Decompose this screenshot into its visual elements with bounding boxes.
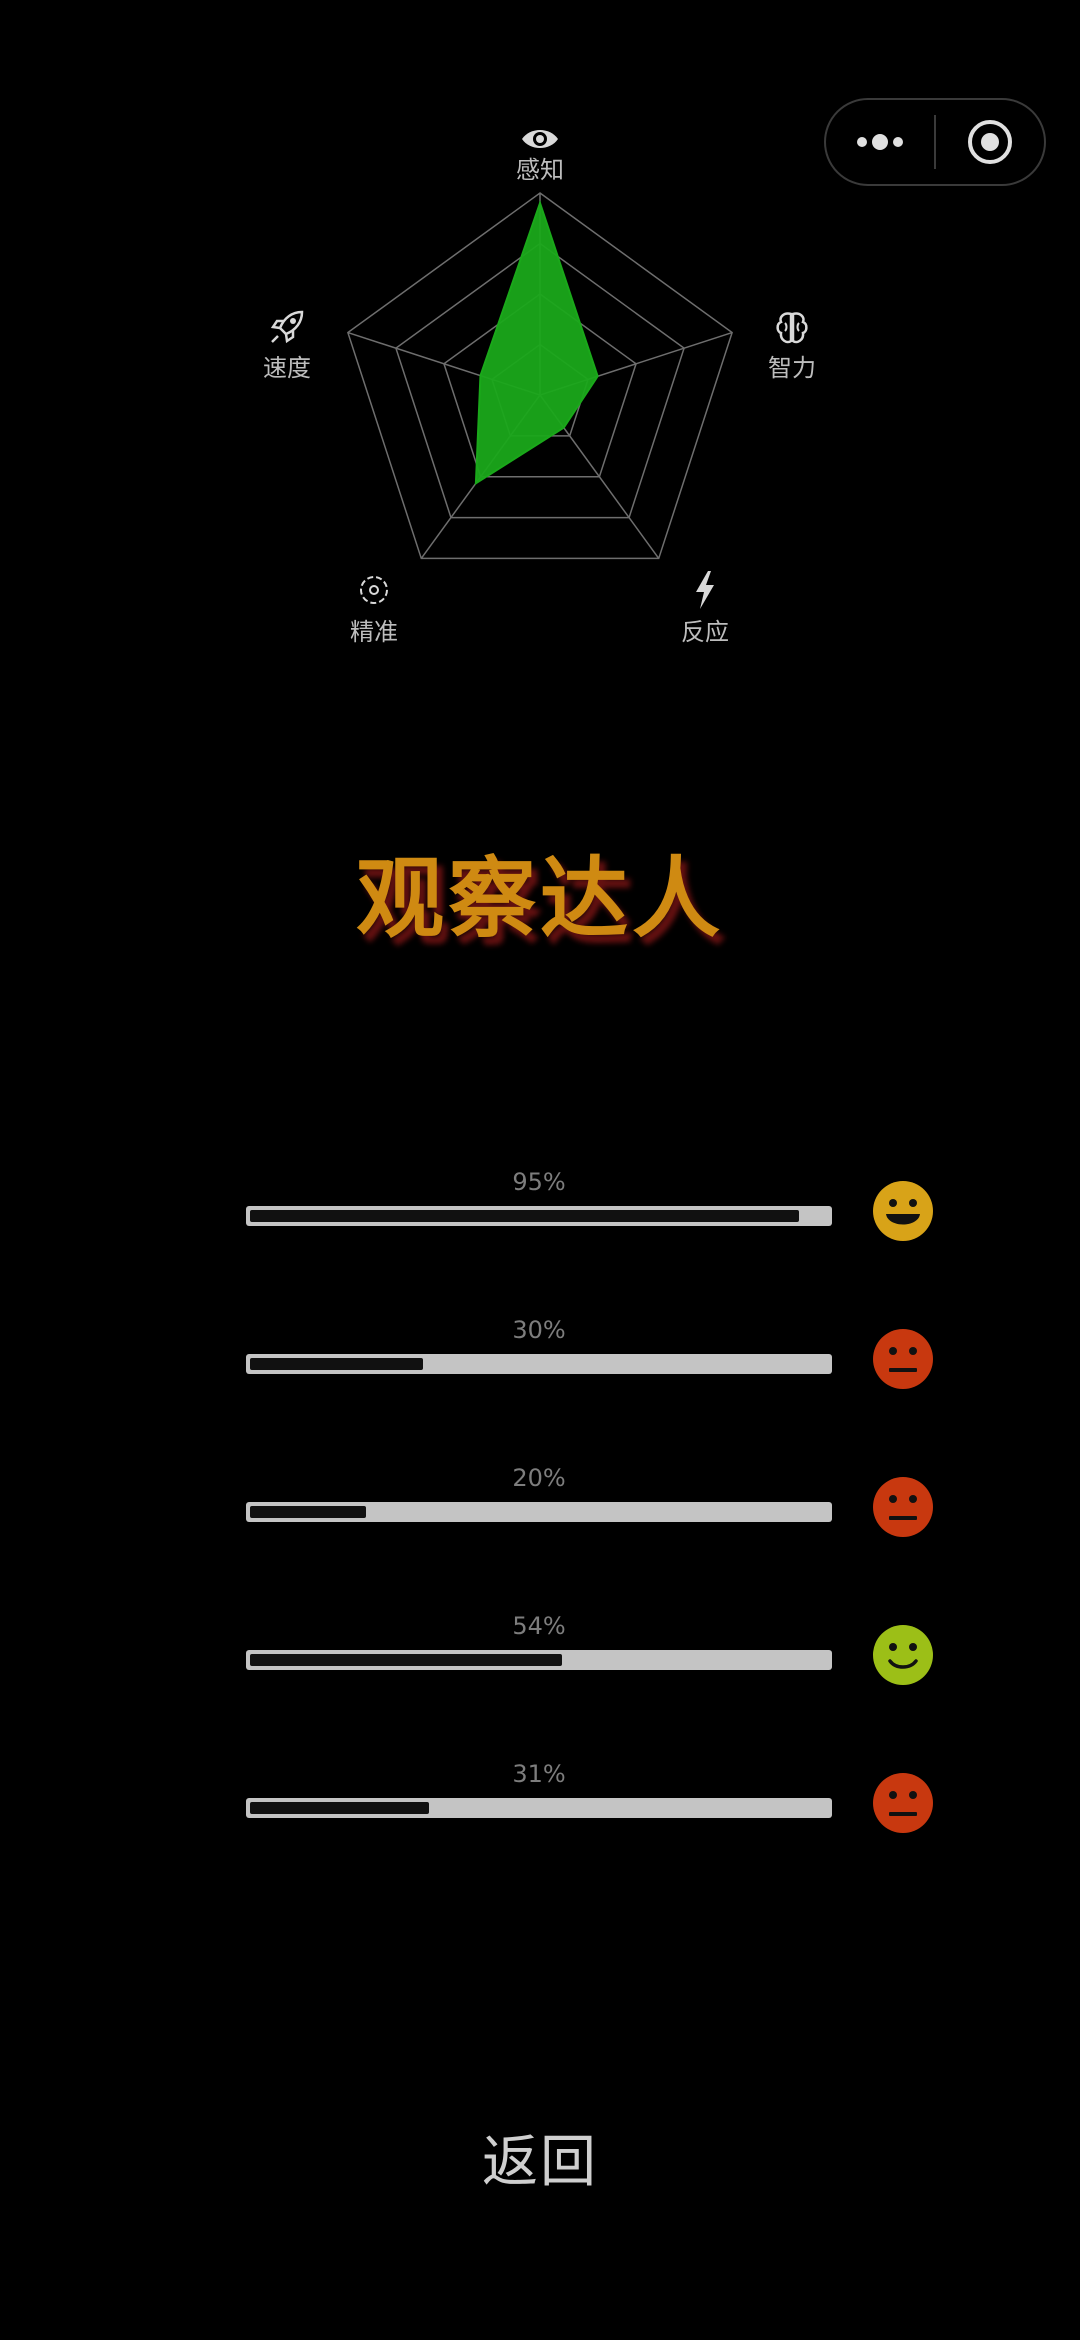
progress-fill [250,1358,423,1370]
radar-label-reaction: 反应 [681,618,729,646]
progress-track [246,1798,832,1818]
score-row: 30% [246,1318,936,1408]
score-row: 20% [246,1466,936,1556]
neutral-face-icon [873,1329,933,1389]
rocket-icon [270,310,304,344]
radar-label-perception: 感知 [516,156,564,184]
progress-track [246,1354,832,1374]
score-row: 54% [246,1614,936,1704]
score-percent: 30% [512,1316,566,1344]
eye-icon [522,130,558,148]
target-icon [360,576,388,604]
lightning-icon [696,571,714,609]
progress-fill [250,1654,562,1666]
radar-value-area [474,199,599,486]
progress-track [246,1502,832,1522]
progress-track [246,1206,832,1226]
back-button[interactable]: 返回 [0,2135,1080,2191]
progress-fill [250,1210,799,1222]
neutral-face-icon [873,1773,933,1833]
progress-fill [250,1802,429,1814]
smile-face-icon [873,1625,933,1685]
neutral-face-icon [873,1477,933,1537]
score-percent: 95% [512,1168,566,1196]
progress-fill [250,1506,366,1518]
score-row: 31% [246,1762,936,1852]
progress-track [246,1650,832,1670]
score-percent: 20% [512,1464,566,1492]
ability-radar-chart [347,192,733,560]
score-row: 95% [246,1170,936,1260]
radar-label-intelligence: 智力 [768,354,816,382]
grin-face-icon [873,1181,933,1241]
result-title: 观察达人 [355,847,724,950]
radar-label-speed: 速度 [263,354,311,382]
brain-icon [776,312,808,344]
radar-label-precision: 精准 [350,618,398,646]
score-percent: 31% [512,1760,566,1788]
score-percent: 54% [512,1612,566,1640]
